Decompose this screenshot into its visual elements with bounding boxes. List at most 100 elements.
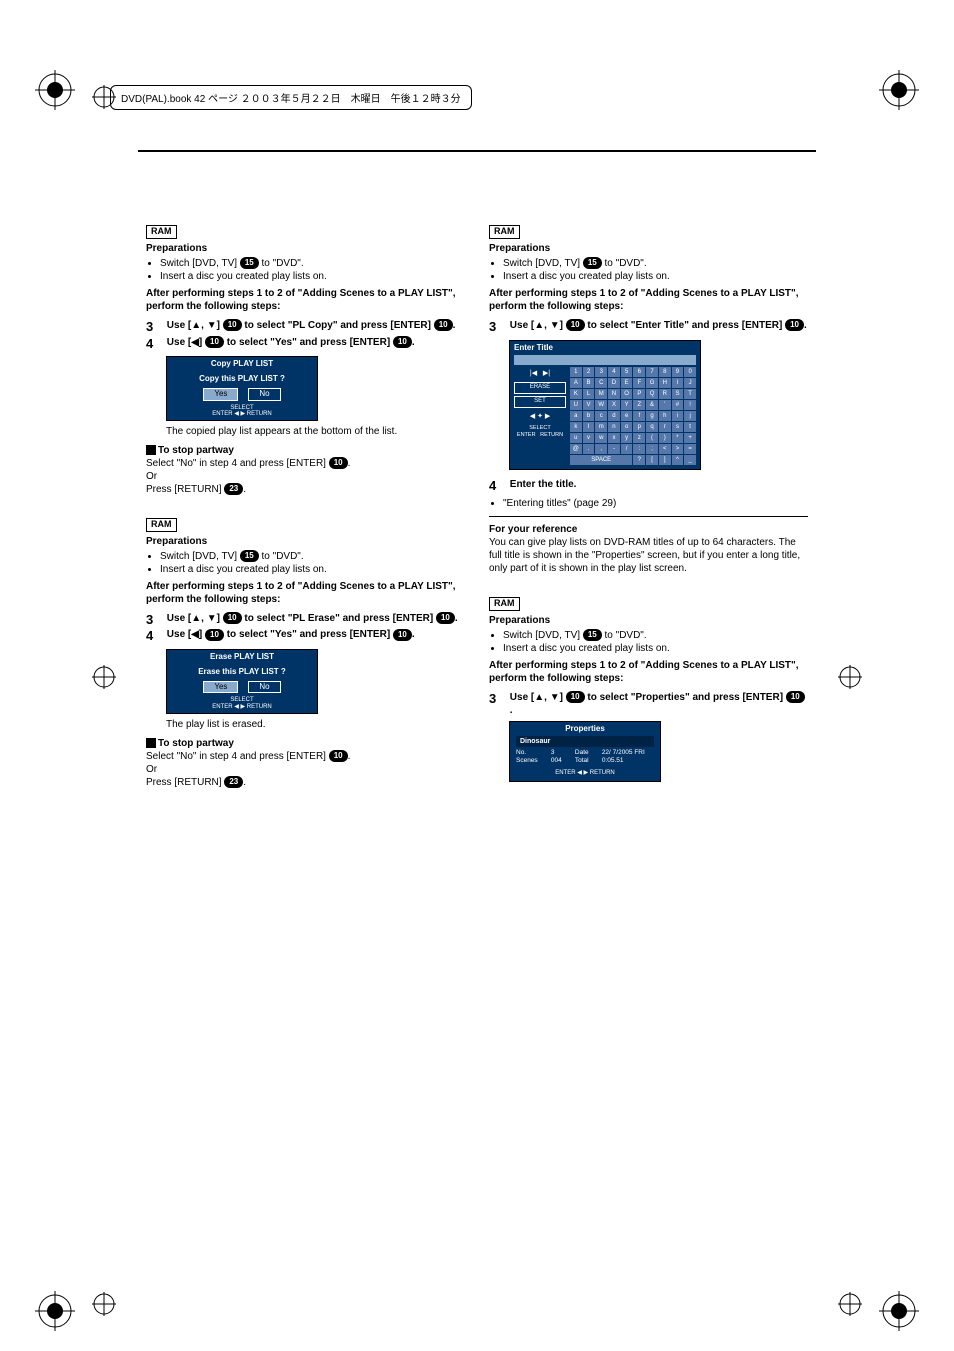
char-key[interactable]: m bbox=[595, 422, 607, 432]
char-key[interactable]: d bbox=[608, 411, 620, 421]
char-key[interactable]: z bbox=[633, 433, 645, 443]
char-key[interactable]: [ bbox=[646, 455, 658, 465]
yes-button[interactable]: Yes bbox=[203, 388, 238, 400]
title-input[interactable] bbox=[514, 355, 696, 365]
char-key[interactable]: R bbox=[659, 389, 671, 399]
char-key[interactable]: D bbox=[608, 378, 620, 388]
char-key[interactable]: . bbox=[583, 444, 595, 454]
char-key[interactable]: s bbox=[672, 422, 684, 432]
erase-button[interactable]: ERASE bbox=[514, 382, 566, 394]
char-key[interactable]: l bbox=[583, 422, 595, 432]
char-key[interactable]: : bbox=[633, 444, 645, 454]
char-key[interactable]: g bbox=[646, 411, 658, 421]
char-key[interactable]: G bbox=[646, 378, 658, 388]
char-key[interactable]: L bbox=[583, 389, 595, 399]
char-key[interactable]: x bbox=[608, 433, 620, 443]
char-key[interactable]: , bbox=[595, 444, 607, 454]
set-button[interactable]: SET bbox=[514, 396, 566, 408]
char-key[interactable]: t bbox=[684, 422, 696, 432]
char-key[interactable]: N bbox=[608, 389, 620, 399]
char-key[interactable]: j bbox=[684, 411, 696, 421]
char-key[interactable]: h bbox=[659, 411, 671, 421]
char-key[interactable]: 3 bbox=[595, 367, 607, 377]
rule-line bbox=[489, 516, 808, 517]
right-column: RAM Preparations Switch [DVD, TV] 15 to … bbox=[489, 225, 808, 789]
char-key[interactable]: > bbox=[672, 444, 684, 454]
char-key[interactable]: r bbox=[659, 422, 671, 432]
char-key[interactable]: ; bbox=[646, 444, 658, 454]
char-key[interactable]: 5 bbox=[621, 367, 633, 377]
char-key[interactable]: H bbox=[659, 378, 671, 388]
char-key[interactable]: T bbox=[684, 389, 696, 399]
char-key[interactable]: u bbox=[570, 433, 582, 443]
char-key[interactable]: < bbox=[659, 444, 671, 454]
char-key[interactable]: F bbox=[633, 378, 645, 388]
char-key[interactable]: 1 bbox=[570, 367, 582, 377]
char-key[interactable]: Q bbox=[646, 389, 658, 399]
char-key[interactable]: 6 bbox=[633, 367, 645, 377]
char-key[interactable]: i bbox=[672, 411, 684, 421]
char-key[interactable]: q bbox=[646, 422, 658, 432]
char-key[interactable]: ' bbox=[659, 400, 671, 410]
yes-button[interactable]: Yes bbox=[203, 681, 238, 693]
char-key[interactable]: Z bbox=[633, 400, 645, 410]
char-key[interactable]: a bbox=[570, 411, 582, 421]
char-key[interactable]: e bbox=[621, 411, 633, 421]
char-key[interactable]: ( bbox=[646, 433, 658, 443]
char-key[interactable]: _ bbox=[684, 455, 696, 465]
no-button[interactable]: No bbox=[248, 388, 280, 400]
char-key[interactable]: @ bbox=[570, 444, 582, 454]
char-key[interactable]: + bbox=[684, 433, 696, 443]
char-key[interactable]: O bbox=[621, 389, 633, 399]
char-key[interactable]: B bbox=[583, 378, 595, 388]
char-key[interactable]: v bbox=[583, 433, 595, 443]
char-key[interactable]: & bbox=[646, 400, 658, 410]
char-key[interactable]: U bbox=[570, 400, 582, 410]
char-key[interactable]: = bbox=[684, 444, 696, 454]
char-key[interactable]: * bbox=[672, 433, 684, 443]
char-key[interactable]: / bbox=[621, 444, 633, 454]
char-key[interactable]: 7 bbox=[646, 367, 658, 377]
char-key[interactable]: c bbox=[595, 411, 607, 421]
char-key[interactable]: 8 bbox=[659, 367, 671, 377]
dialog-title: Copy PLAY LIST bbox=[167, 357, 317, 371]
char-key[interactable]: ] bbox=[659, 455, 671, 465]
char-key[interactable]: K bbox=[570, 389, 582, 399]
char-key[interactable]: k bbox=[570, 422, 582, 432]
char-key[interactable]: I bbox=[672, 378, 684, 388]
char-key[interactable]: 4 bbox=[608, 367, 620, 377]
char-key[interactable]: M bbox=[595, 389, 607, 399]
char-key[interactable]: o bbox=[621, 422, 633, 432]
char-key[interactable]: - bbox=[608, 444, 620, 454]
char-key[interactable]: X bbox=[608, 400, 620, 410]
char-key[interactable]: y bbox=[621, 433, 633, 443]
char-key[interactable]: p bbox=[633, 422, 645, 432]
char-key[interactable]: 2 bbox=[583, 367, 595, 377]
rule-line bbox=[138, 150, 816, 153]
char-key[interactable]: Y bbox=[621, 400, 633, 410]
char-key[interactable]: A bbox=[570, 378, 582, 388]
char-key[interactable]: J bbox=[684, 378, 696, 388]
space-key[interactable]: SPACE bbox=[570, 455, 632, 465]
character-grid[interactable]: 1234567890 ABCDEFGHIJ KLMNOPQRST UVWXYZ&'#!… bbox=[570, 367, 696, 465]
char-key[interactable]: n bbox=[608, 422, 620, 432]
char-key[interactable]: ! bbox=[684, 400, 696, 410]
char-key[interactable]: E bbox=[621, 378, 633, 388]
no-button[interactable]: No bbox=[248, 681, 280, 693]
char-key[interactable]: V bbox=[583, 400, 595, 410]
badge-10-icon: 10 bbox=[436, 612, 455, 624]
char-key[interactable]: ? bbox=[633, 455, 645, 465]
char-key[interactable]: ^ bbox=[672, 455, 684, 465]
char-key[interactable]: ) bbox=[659, 433, 671, 443]
char-key[interactable]: f bbox=[633, 411, 645, 421]
char-key[interactable]: 0 bbox=[684, 367, 696, 377]
char-key[interactable]: b bbox=[583, 411, 595, 421]
char-key[interactable]: W bbox=[595, 400, 607, 410]
char-key[interactable]: C bbox=[595, 378, 607, 388]
prev-next-icon[interactable]: |◀ ▶| bbox=[514, 367, 566, 380]
char-key[interactable]: 9 bbox=[672, 367, 684, 377]
char-key[interactable]: # bbox=[672, 400, 684, 410]
char-key[interactable]: w bbox=[595, 433, 607, 443]
char-key[interactable]: P bbox=[633, 389, 645, 399]
char-key[interactable]: S bbox=[672, 389, 684, 399]
